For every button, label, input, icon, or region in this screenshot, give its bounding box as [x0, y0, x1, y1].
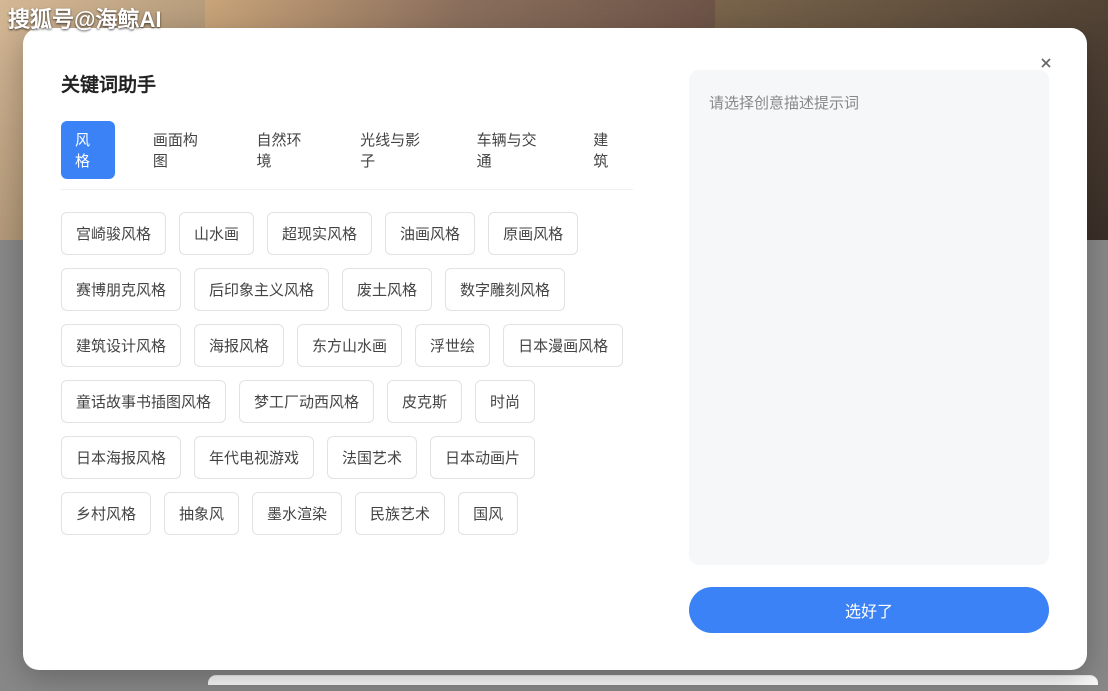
- style-tag[interactable]: 东方山水画: [297, 324, 402, 367]
- close-button[interactable]: [1035, 52, 1057, 74]
- selected-prompts-box[interactable]: 请选择创意描述提示词: [689, 70, 1049, 565]
- style-tag[interactable]: 墨水渲染: [252, 492, 342, 535]
- style-tag[interactable]: 建筑设计风格: [61, 324, 181, 367]
- style-tag[interactable]: 废土风格: [342, 268, 432, 311]
- category-tabs: 风格 画面构图 自然环境 光线与影子 车辆与交通 建筑: [61, 121, 633, 190]
- style-tag[interactable]: 山水画: [179, 212, 254, 255]
- modal-title: 关键词助手: [61, 70, 633, 97]
- prompt-placeholder: 请选择创意描述提示词: [709, 92, 1029, 113]
- style-tag[interactable]: 浮世绘: [415, 324, 490, 367]
- style-tag[interactable]: 法国艺术: [327, 436, 417, 479]
- style-tag[interactable]: 年代电视游戏: [194, 436, 314, 479]
- style-tag[interactable]: 乡村风格: [61, 492, 151, 535]
- style-tag[interactable]: 抽象风: [164, 492, 239, 535]
- style-tag[interactable]: 数字雕刻风格: [445, 268, 565, 311]
- style-tag[interactable]: 皮克斯: [387, 380, 462, 423]
- tab-style[interactable]: 风格: [61, 121, 115, 179]
- tab-nature[interactable]: 自然环境: [242, 121, 322, 179]
- style-tag[interactable]: 油画风格: [385, 212, 475, 255]
- style-tag[interactable]: 日本海报风格: [61, 436, 181, 479]
- style-tag[interactable]: 日本漫画风格: [503, 324, 623, 367]
- right-panel: 请选择创意描述提示词 选好了: [689, 70, 1049, 633]
- style-tag[interactable]: 原画风格: [488, 212, 578, 255]
- tab-composition[interactable]: 画面构图: [139, 121, 219, 179]
- style-tag[interactable]: 童话故事书插图风格: [61, 380, 226, 423]
- keyword-assistant-modal: 关键词助手 风格 画面构图 自然环境 光线与影子 车辆与交通 建筑 宫崎骏风格 …: [23, 28, 1087, 670]
- style-tag[interactable]: 日本动画片: [430, 436, 535, 479]
- style-tag-grid: 宫崎骏风格 山水画 超现实风格 油画风格 原画风格 赛博朋克风格 后印象主义风格…: [61, 212, 633, 535]
- tab-architecture[interactable]: 建筑: [579, 121, 633, 179]
- style-tag[interactable]: 宫崎骏风格: [61, 212, 166, 255]
- confirm-button[interactable]: 选好了: [689, 587, 1049, 633]
- style-tag[interactable]: 赛博朋克风格: [61, 268, 181, 311]
- style-tag[interactable]: 超现实风格: [267, 212, 372, 255]
- style-tag[interactable]: 后印象主义风格: [194, 268, 329, 311]
- close-icon: [1038, 55, 1054, 71]
- style-tag[interactable]: 梦工厂动西风格: [239, 380, 374, 423]
- style-tag[interactable]: 海报风格: [194, 324, 284, 367]
- tab-vehicles[interactable]: 车辆与交通: [463, 121, 556, 179]
- bottom-input-bar: [208, 675, 1098, 685]
- style-tag[interactable]: 时尚: [475, 380, 535, 423]
- watermark-text: 搜狐号@海鲸AI: [8, 2, 161, 34]
- left-panel: 关键词助手 风格 画面构图 自然环境 光线与影子 车辆与交通 建筑 宫崎骏风格 …: [61, 70, 689, 633]
- style-tag[interactable]: 民族艺术: [355, 492, 445, 535]
- tab-lighting[interactable]: 光线与影子: [346, 121, 439, 179]
- style-tag[interactable]: 国风: [458, 492, 518, 535]
